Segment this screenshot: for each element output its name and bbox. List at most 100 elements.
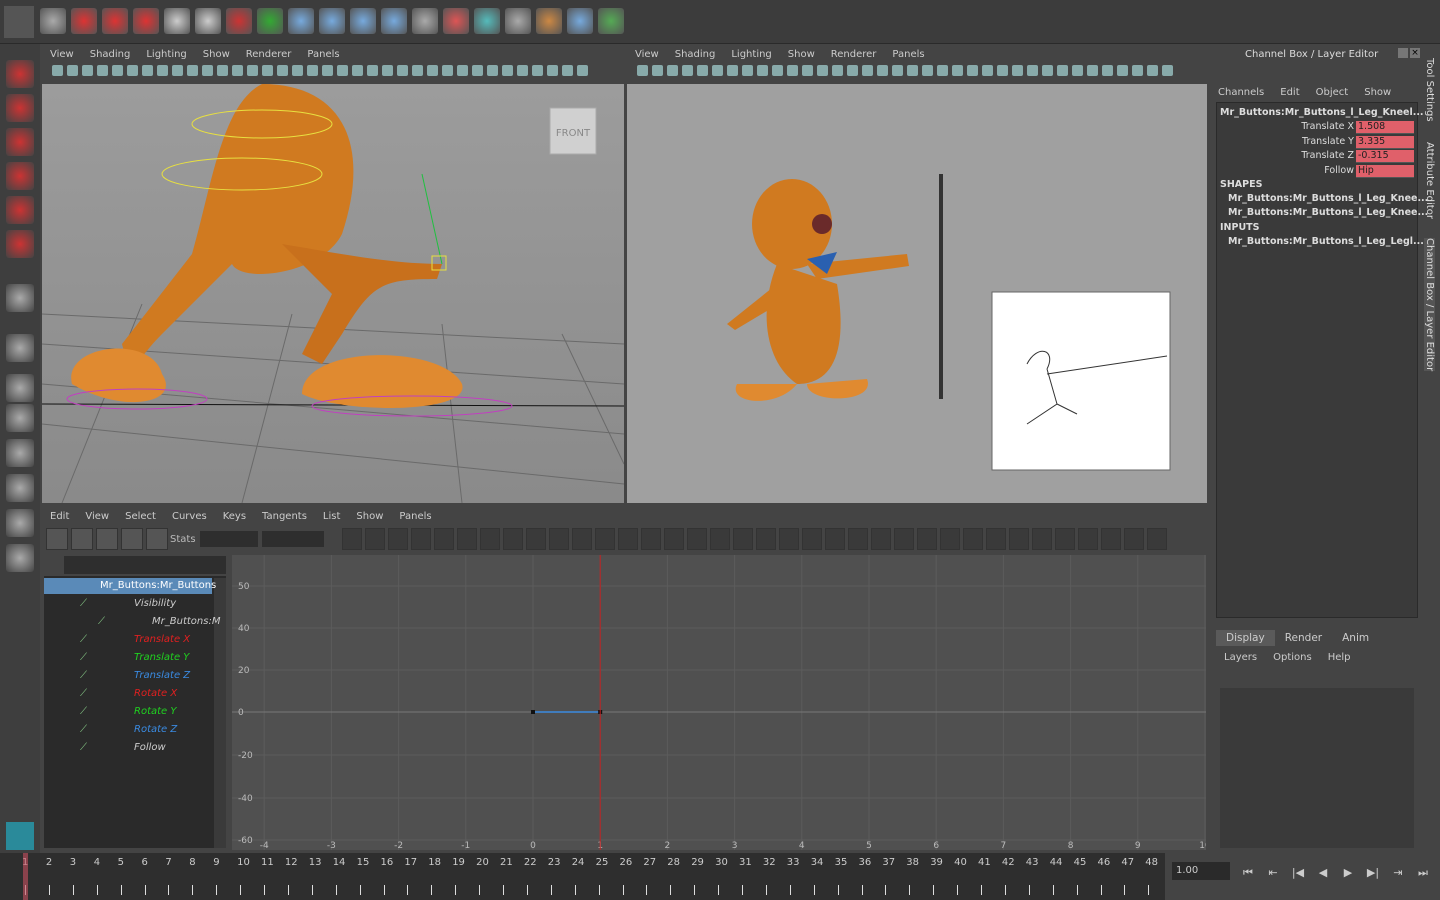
viewport-toolbar-icon[interactable] bbox=[502, 64, 513, 76]
scale-tool-icon[interactable] bbox=[6, 230, 34, 258]
graph-toolbar-button[interactable] bbox=[96, 528, 118, 550]
shelf-tool-icon[interactable] bbox=[567, 8, 593, 34]
graph-toolbar-button[interactable] bbox=[411, 528, 431, 550]
viewport-toolbar-icon[interactable] bbox=[337, 64, 348, 76]
graph-toolbar-button[interactable] bbox=[1078, 528, 1098, 550]
viewport-camera[interactable] bbox=[627, 84, 1207, 503]
shelf-tool-icon[interactable] bbox=[288, 8, 314, 34]
outliner-filter-field[interactable] bbox=[64, 556, 226, 574]
viewport-right-menu-item[interactable]: Lighting bbox=[731, 49, 771, 60]
graph-toolbar-button[interactable] bbox=[1101, 528, 1121, 550]
shelf-tool-icon[interactable] bbox=[474, 8, 500, 34]
viewport-toolbar-icon[interactable] bbox=[937, 64, 948, 76]
viewport-toolbar-icon[interactable] bbox=[1102, 64, 1113, 76]
viewport-left-menu-item[interactable]: Lighting bbox=[146, 49, 186, 60]
viewport-toolbar-icon[interactable] bbox=[1042, 64, 1053, 76]
channel-attr-value[interactable]: 1.508 bbox=[1356, 121, 1414, 134]
channel-attr-value[interactable]: 3.335 bbox=[1356, 135, 1414, 149]
shelf-tool-icon[interactable] bbox=[536, 8, 562, 34]
layer-tab-anim[interactable]: Anim bbox=[1332, 630, 1379, 646]
play-forward-button[interactable]: ▶ bbox=[1340, 866, 1356, 880]
layer-editor-menu-item[interactable]: Layers bbox=[1224, 652, 1257, 663]
layer-tab-display[interactable]: Display bbox=[1216, 630, 1275, 646]
graph-editor-menu-item[interactable]: Edit bbox=[50, 511, 69, 522]
viewport-toolbar-icon[interactable] bbox=[67, 64, 78, 76]
viewport-toolbar-icon[interactable] bbox=[652, 64, 663, 76]
viewport-toolbar-icon[interactable] bbox=[262, 64, 273, 76]
graph-editor-menu-item[interactable]: Keys bbox=[223, 511, 246, 522]
layout-icon[interactable] bbox=[6, 509, 34, 537]
graph-toolbar-button[interactable] bbox=[1147, 528, 1167, 550]
viewport-toolbar-icon[interactable] bbox=[727, 64, 738, 76]
viewport-toolbar-icon[interactable] bbox=[667, 64, 678, 76]
channel-box-menu-item[interactable]: Show bbox=[1364, 87, 1391, 98]
stats-field[interactable] bbox=[262, 531, 324, 547]
shelf-tool-icon[interactable] bbox=[226, 8, 252, 34]
graph-toolbar-button[interactable] bbox=[503, 528, 523, 550]
graph-editor-menu-item[interactable]: Select bbox=[125, 511, 156, 522]
viewport-toolbar-icon[interactable] bbox=[532, 64, 543, 76]
layer-editor-menu-item[interactable]: Help bbox=[1328, 652, 1351, 663]
outliner-item[interactable]: Mr_Buttons:M bbox=[152, 616, 220, 627]
graph-toolbar-button[interactable] bbox=[825, 528, 845, 550]
viewport-toolbar-icon[interactable] bbox=[97, 64, 108, 76]
viewport-toolbar-icon[interactable] bbox=[292, 64, 303, 76]
viewport-toolbar-icon[interactable] bbox=[172, 64, 183, 76]
layer-tab-render[interactable]: Render bbox=[1275, 630, 1332, 646]
viewport-toolbar-icon[interactable] bbox=[112, 64, 123, 76]
viewport-toolbar-icon[interactable] bbox=[202, 64, 213, 76]
graph-toolbar-button[interactable] bbox=[434, 528, 454, 550]
outliner-item[interactable]: Visibility bbox=[134, 598, 176, 609]
viewport-toolbar-icon[interactable] bbox=[877, 64, 888, 76]
graph-toolbar-button[interactable] bbox=[641, 528, 661, 550]
viewport-toolbar-icon[interactable] bbox=[847, 64, 858, 76]
viewport-toolbar-icon[interactable] bbox=[307, 64, 318, 76]
shelf-tool-icon[interactable] bbox=[598, 8, 624, 34]
viewport-perspective[interactable]: FRONT bbox=[42, 84, 624, 503]
side-tab-tool-settings[interactable]: Tool Settings bbox=[1424, 58, 1435, 122]
viewport-toolbar-icon[interactable] bbox=[277, 64, 288, 76]
viewport-toolbar-icon[interactable] bbox=[1087, 64, 1098, 76]
graph-toolbar-button[interactable] bbox=[549, 528, 569, 550]
channel-attr-value[interactable]: -0.315 bbox=[1356, 150, 1414, 163]
graph-toolbar-button[interactable] bbox=[618, 528, 638, 550]
graph-toolbar-button[interactable] bbox=[894, 528, 914, 550]
viewport-toolbar-icon[interactable] bbox=[907, 64, 918, 76]
graph-toolbar-button[interactable] bbox=[940, 528, 960, 550]
viewport-toolbar-icon[interactable] bbox=[1147, 64, 1158, 76]
graph-toolbar-button[interactable] bbox=[1055, 528, 1075, 550]
shelf-tool-icon[interactable] bbox=[133, 8, 159, 34]
graph-toolbar-button[interactable] bbox=[802, 528, 822, 550]
graph-toolbar-button[interactable] bbox=[595, 528, 615, 550]
shape-node[interactable]: Mr_Buttons:Mr_Buttons_l_Leg_Knee... bbox=[1228, 193, 1428, 204]
outliner-item[interactable]: Rotate X bbox=[134, 688, 177, 699]
viewport-toolbar-icon[interactable] bbox=[517, 64, 528, 76]
viewport-toolbar-icon[interactable] bbox=[682, 64, 693, 76]
viewport-toolbar-icon[interactable] bbox=[142, 64, 153, 76]
outliner-item[interactable]: Mr_Buttons:Mr_Buttons bbox=[100, 580, 216, 591]
shelf-tool-icon[interactable] bbox=[381, 8, 407, 34]
side-tab-attribute-editor[interactable]: Attribute Editor bbox=[1424, 142, 1435, 219]
viewport-toolbar-icon[interactable] bbox=[967, 64, 978, 76]
shelf-tool-icon[interactable] bbox=[412, 8, 438, 34]
channel-node-name[interactable]: Mr_Buttons:Mr_Buttons_l_Leg_Kneel... bbox=[1220, 107, 1424, 118]
viewport-toolbar-icon[interactable] bbox=[982, 64, 993, 76]
viewport-toolbar-icon[interactable] bbox=[787, 64, 798, 76]
timeline-current-frame[interactable] bbox=[23, 853, 28, 900]
viewport-toolbar-icon[interactable] bbox=[322, 64, 333, 76]
viewport-toolbar-icon[interactable] bbox=[1057, 64, 1068, 76]
rotate-tool-icon[interactable] bbox=[6, 196, 34, 224]
viewport-toolbar-icon[interactable] bbox=[412, 64, 423, 76]
graph-toolbar-button[interactable] bbox=[1009, 528, 1029, 550]
viewport-toolbar-icon[interactable] bbox=[427, 64, 438, 76]
viewport-toolbar-icon[interactable] bbox=[217, 64, 228, 76]
outliner-item[interactable]: Translate Z bbox=[134, 670, 190, 681]
move-tool-icon[interactable] bbox=[6, 162, 34, 190]
step-forward-frame-button[interactable]: ▶| bbox=[1365, 866, 1381, 880]
viewport-toolbar-icon[interactable] bbox=[637, 64, 648, 76]
shelf-tool-icon[interactable] bbox=[102, 8, 128, 34]
layout-icon[interactable] bbox=[6, 439, 34, 467]
outliner-item[interactable]: Translate Y bbox=[134, 652, 189, 663]
viewport-toolbar-icon[interactable] bbox=[817, 64, 828, 76]
shelf-tool-icon[interactable] bbox=[443, 8, 469, 34]
